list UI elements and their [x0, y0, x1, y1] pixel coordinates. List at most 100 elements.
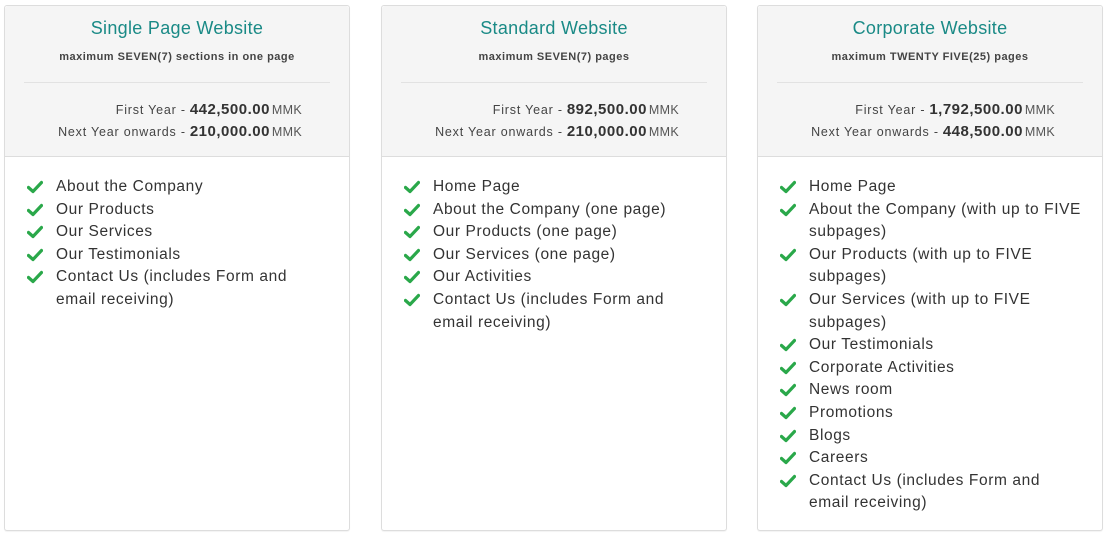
check-icon	[27, 180, 43, 194]
next-year-label: Next Year onwards -	[58, 125, 186, 139]
next-year-price-row: Next Year onwards -210,000.00 MMK	[435, 123, 679, 140]
first-year-price: 442,500.00	[189, 101, 270, 118]
feature-item: Home Page	[404, 176, 706, 199]
currency: MMK	[648, 125, 679, 139]
check-icon	[780, 339, 796, 352]
feature-text: Contact Us (includes Form and email rece…	[809, 471, 1041, 512]
next-year-price: 210,000.00	[566, 123, 647, 140]
feature-text: Our Services	[56, 223, 153, 241]
feature-text: Our Products (one page)	[433, 223, 618, 241]
feature-text: Our Services (one page)	[433, 245, 616, 263]
feature-text: News room	[809, 381, 893, 399]
check-icon	[780, 406, 796, 420]
check-icon	[27, 271, 43, 284]
next-year-price-row: Next Year onwards -210,000.00 MMK	[58, 123, 302, 140]
feature-item: Our Testimonials	[780, 334, 1082, 357]
check-icon	[404, 180, 420, 194]
feature-text: Contact Us (includes Form and email rece…	[433, 290, 665, 331]
first-year-label: First Year -	[115, 103, 186, 117]
check-icon	[404, 271, 420, 284]
check-icon	[27, 226, 43, 239]
feature-item: About the Company	[27, 176, 329, 199]
check-icon	[780, 361, 796, 374]
check-icon	[27, 203, 43, 216]
feature-item: Our Products (with up to FIVE subpages)	[780, 244, 1082, 289]
feature-item: News room	[780, 379, 1082, 402]
pricing-card-header: Corporate Website maximum TWENTY FIVE(25)…	[758, 6, 1102, 157]
feature-item: Contact Us (includes Form and email rece…	[404, 289, 706, 334]
pricing-card: Standard Website maximum SEVEN(7) pages Fi…	[381, 5, 727, 531]
feature-item: Our Services (with up to FIVE subpages)	[780, 289, 1082, 334]
next-year-price: 210,000.00	[189, 123, 270, 140]
feature-item: Our Products	[27, 199, 329, 222]
feature-item: Our Services	[27, 221, 329, 244]
feature-text: About the Company	[56, 178, 204, 195]
feature-text: Our Testimonials	[809, 336, 934, 354]
feature-text: Our Testimonials	[56, 245, 181, 263]
check-icon	[780, 248, 796, 261]
currency: MMK	[1024, 103, 1055, 117]
feature-text: Contact Us (includes Form and email rece…	[56, 268, 288, 308]
header-divider	[24, 82, 330, 83]
first-year-price-row: First Year -892,500.00 MMK	[493, 101, 679, 118]
feature-text: Blogs	[809, 426, 851, 444]
next-year-label: Next Year onwards -	[811, 125, 939, 139]
feature-text: About the Company (with up to FIVE subpa…	[809, 200, 1081, 241]
feature-text: Promotions	[809, 403, 894, 421]
feature-text: Home Page	[433, 178, 521, 195]
feature-text: Home Page	[809, 178, 897, 195]
feature-text: Our Products (with up to FIVE subpages)	[809, 245, 1033, 286]
feature-text: About the Company (one page)	[433, 200, 667, 218]
feature-text: Our Activities	[433, 268, 532, 286]
check-icon	[780, 180, 796, 194]
check-icon	[780, 452, 796, 465]
plan-title: Corporate Website	[852, 18, 1008, 38]
feature-item: About the Company (with up to FIVE subpa…	[780, 199, 1082, 244]
first-year-price: 1,792,500.00	[929, 101, 1023, 118]
currency: MMK	[1024, 125, 1055, 139]
currency: MMK	[648, 103, 679, 117]
feature-item: Careers	[780, 447, 1082, 470]
first-year-label: First Year -	[492, 103, 563, 117]
plan-title: Standard Website	[480, 18, 628, 38]
next-year-label: Next Year onwards -	[435, 125, 563, 139]
check-icon	[780, 293, 796, 307]
pricing-card: Single Page Website maximum SEVEN(7) sect…	[4, 5, 350, 531]
check-icon	[780, 384, 796, 397]
feature-text: Our Products	[56, 200, 155, 218]
header-divider	[401, 82, 707, 83]
check-icon	[404, 293, 420, 307]
first-year-price-row: First Year -1,792,500.00 MMK	[855, 101, 1055, 118]
feature-text: Careers	[809, 449, 869, 467]
check-icon	[404, 248, 420, 261]
feature-item: Our Activities	[404, 266, 706, 289]
feature-item: Contact Us (includes Form and email rece…	[780, 470, 1082, 515]
check-icon	[780, 203, 796, 216]
currency: MMK	[271, 125, 302, 139]
feature-item: Home Page	[780, 176, 1082, 199]
feature-text: Our Services (with up to FIVE subpages)	[809, 290, 1031, 331]
feature-list: Home Page About the Company (one page) Our…	[404, 176, 706, 334]
feature-item: About the Company (one page)	[404, 199, 706, 222]
feature-item: Corporate Activities	[780, 357, 1082, 380]
currency: MMK	[271, 103, 302, 117]
plan-subtitle: maximum SEVEN(7) sections in one page	[59, 51, 295, 63]
feature-item: Promotions	[780, 402, 1082, 425]
pricing-card: Corporate Website maximum TWENTY FIVE(25)…	[757, 5, 1103, 531]
feature-item: Our Products (one page)	[404, 221, 706, 244]
check-icon	[404, 226, 420, 239]
first-year-price-row: First Year -442,500.00 MMK	[116, 101, 302, 118]
check-icon	[780, 429, 796, 442]
first-year-price: 892,500.00	[566, 101, 647, 118]
feature-list: Home Page About the Company (with up to F…	[780, 176, 1082, 515]
check-icon	[780, 474, 796, 487]
first-year-label: First Year -	[855, 103, 926, 117]
feature-item: Our Testimonials	[27, 244, 329, 267]
feature-text: Corporate Activities	[809, 358, 955, 376]
plan-subtitle: maximum TWENTY FIVE(25) pages	[831, 51, 1029, 63]
header-divider	[777, 82, 1083, 83]
plan-subtitle: maximum SEVEN(7) pages	[478, 51, 630, 63]
plan-title: Single Page Website	[90, 18, 264, 38]
check-icon	[404, 203, 420, 216]
pricing-card-header: Single Page Website maximum SEVEN(7) sect…	[5, 6, 349, 157]
